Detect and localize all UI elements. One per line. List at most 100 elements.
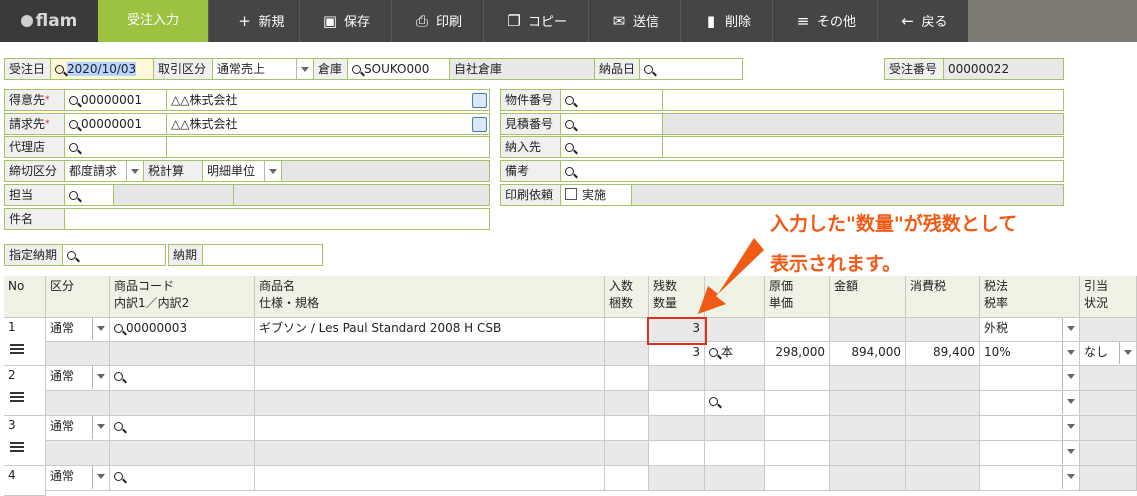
closing-select[interactable]: 都度請求 — [64, 160, 144, 182]
empty-cell — [906, 391, 980, 416]
billing-code-field[interactable]: 00000001 — [64, 113, 167, 135]
chevron-down-icon — [1062, 391, 1079, 414]
unit-field[interactable]: 本 — [705, 342, 765, 366]
row-menu-icon[interactable] — [10, 344, 24, 346]
tax-method-select[interactable] — [980, 366, 1080, 391]
back-button[interactable]: ← 戻る — [877, 0, 969, 42]
send-button[interactable]: ✉ 送信 — [588, 0, 681, 42]
delivery-date-field[interactable] — [639, 58, 743, 80]
mail-icon: ✉ — [612, 12, 626, 30]
order-date-field[interactable]: 2020/10/03 — [50, 58, 154, 80]
cost-field[interactable] — [765, 366, 830, 391]
kubun-select[interactable]: 通常 — [46, 466, 110, 491]
unit-field[interactable] — [705, 441, 765, 466]
unit-price-field[interactable] — [765, 391, 830, 416]
unit-field[interactable] — [705, 391, 765, 416]
tax-method-select[interactable] — [980, 416, 1080, 441]
property-no-label: 物件番号 — [500, 89, 561, 111]
spec-field — [255, 441, 605, 466]
print-button[interactable]: ⎙ 印刷 — [391, 0, 484, 42]
empty-cell — [830, 318, 906, 342]
ship-to-field[interactable] — [560, 136, 663, 158]
billing-detail-icon[interactable] — [472, 117, 487, 132]
cost-field[interactable] — [765, 466, 830, 491]
more-button[interactable]: ≡ その他 — [772, 0, 878, 42]
print-request-checkbox[interactable]: 実施 — [560, 184, 632, 206]
agent-code-field[interactable] — [64, 136, 167, 158]
subject-field[interactable] — [64, 208, 490, 230]
breakdown-field — [110, 391, 255, 416]
product-name-field[interactable] — [255, 366, 605, 391]
remarks-field[interactable] — [560, 160, 1064, 182]
estimate-no-field[interactable] — [560, 113, 663, 135]
trade-type-select[interactable]: 通常売上 — [212, 58, 314, 80]
customer-code-field[interactable]: 00000001 — [64, 89, 167, 111]
tax-method-select[interactable] — [980, 466, 1080, 491]
irisu-field[interactable] — [605, 318, 649, 342]
col-header-code: 商品コード 内訳1／内訳2 — [110, 276, 255, 318]
detail-grid: No 区分 商品コード 内訳1／内訳2 商品名 仕様・規格 入数 梱数 残数 数量 原価… — [4, 276, 1137, 496]
chevron-down-icon — [1062, 366, 1079, 389]
col-header-taxlaw: 税法 税率 — [980, 276, 1080, 318]
specified-due-field[interactable] — [62, 244, 166, 266]
col-header-tax: 消費税 — [906, 276, 980, 318]
kubun-select[interactable]: 通常 — [46, 366, 110, 391]
cost-field[interactable] — [765, 416, 830, 441]
irisu-field[interactable] — [605, 416, 649, 441]
empty-cell — [906, 441, 980, 466]
warehouse-code-field[interactable]: SOUKO000 — [347, 58, 450, 80]
trash-icon: ▮ — [706, 12, 716, 30]
due-field[interactable] — [202, 244, 323, 266]
quantity-field[interactable] — [649, 441, 705, 466]
new-button[interactable]: + 新規 — [208, 0, 312, 42]
empty-cell — [705, 318, 765, 342]
print-icon: ⎙ — [415, 12, 428, 30]
product-name-field[interactable] — [255, 416, 605, 441]
irisu-field[interactable] — [605, 466, 649, 491]
save-button[interactable]: ▣ 保存 — [299, 0, 392, 42]
tax-method-select[interactable]: 外税 — [980, 318, 1080, 342]
kubun-select[interactable]: 通常 — [46, 416, 110, 441]
checkbox-icon — [565, 188, 577, 200]
product-code-field[interactable] — [110, 416, 255, 441]
empty-cell — [830, 391, 906, 416]
kubun-select[interactable]: 通常 — [46, 318, 110, 342]
tax-rate-select[interactable]: 10% — [980, 342, 1080, 366]
toolbar: flam 受注入力 + 新規 ▣ 保存 ⎙ 印刷 ❐ コピー ✉ 送信 ▮ 削除 ≡ その他 … — [0, 0, 1137, 42]
unit-price-field[interactable] — [765, 441, 830, 466]
unit-price-field[interactable]: 298,000 — [765, 342, 830, 366]
property-no-field[interactable] — [560, 89, 663, 111]
row-menu-icon[interactable] — [10, 392, 24, 394]
tax-rate-select[interactable] — [980, 441, 1080, 466]
empty-cell — [605, 391, 649, 416]
irisu-field[interactable] — [605, 366, 649, 391]
quantity-field[interactable]: 3 — [649, 342, 705, 366]
customer-detail-icon[interactable] — [472, 93, 487, 108]
empty-cell — [649, 366, 705, 391]
row-menu-icon[interactable] — [10, 442, 24, 444]
product-code-field[interactable] — [110, 366, 255, 391]
cost-field[interactable] — [765, 318, 830, 342]
product-code-field[interactable] — [110, 466, 255, 491]
person-code-field[interactable] — [64, 184, 114, 206]
quantity-field[interactable] — [649, 391, 705, 416]
delete-button[interactable]: ▮ 削除 — [680, 0, 773, 42]
search-icon — [69, 120, 78, 129]
tax-rate-select[interactable] — [980, 391, 1080, 416]
product-name-field[interactable]: ギブソン / Les Paul Standard 2008 H CSB — [255, 318, 605, 342]
col-header-no: No — [4, 276, 46, 318]
copy-button[interactable]: ❐ コピー — [483, 0, 589, 42]
search-icon — [114, 372, 123, 381]
search-icon — [709, 397, 718, 406]
annotation-arrow-icon — [698, 238, 764, 314]
tax-calc-select[interactable]: 明細単位 — [202, 160, 282, 182]
chevron-down-icon — [264, 161, 281, 181]
empty-cell — [649, 416, 705, 441]
order-date-label: 受注日 — [4, 58, 51, 80]
allocation-select[interactable]: なし — [1080, 342, 1137, 366]
chevron-down-icon — [92, 416, 109, 439]
ship-to-label: 納入先 — [500, 136, 561, 158]
tab-order-entry[interactable]: 受注入力 — [98, 0, 208, 42]
product-name-field[interactable] — [255, 466, 605, 491]
product-code-field[interactable]: 00000003 — [110, 318, 255, 342]
